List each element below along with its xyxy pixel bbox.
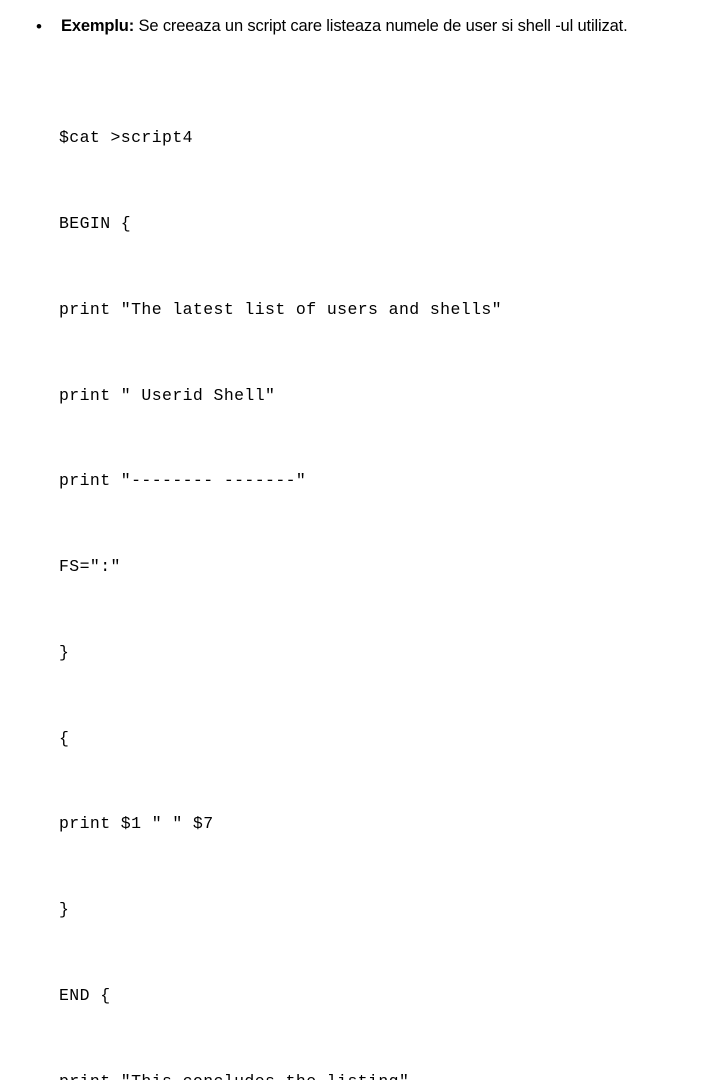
bullet-body-text: Se creeaza un script care listeaza numel… [134, 17, 628, 35]
code-line: print "-------- -------" [59, 471, 307, 491]
code-line: } [59, 642, 70, 662]
bullet-lead-label: Exemplu: [61, 17, 135, 35]
code-line: print "The latest list of users and shel… [59, 299, 502, 319]
slide-canvas: • Exemplu: Se creeaza un script care lis… [0, 0, 720, 1080]
code-line: END { [59, 986, 111, 1005]
code-line: print "This concludes the listing" [59, 1068, 699, 1080]
code-line: { [59, 728, 70, 748]
code-line: print $1 " " $7 [59, 814, 214, 834]
bullet-point-icon: • [36, 17, 42, 36]
code-listing: $cat >script4 BEGIN { print "The latest … [59, 67, 699, 1080]
bullet-text: Exemplu: Se creeaza un script care liste… [61, 14, 690, 39]
code-line: } [59, 900, 70, 920]
bullet-paragraph: • Exemplu: Se creeaza un script care lis… [30, 14, 690, 39]
code-line: FS=":" [59, 557, 121, 577]
code-line: print " Userid Shell" [59, 385, 276, 405]
code-line: BEGIN { [59, 213, 132, 233]
code-line: $cat >script4 [59, 128, 193, 148]
